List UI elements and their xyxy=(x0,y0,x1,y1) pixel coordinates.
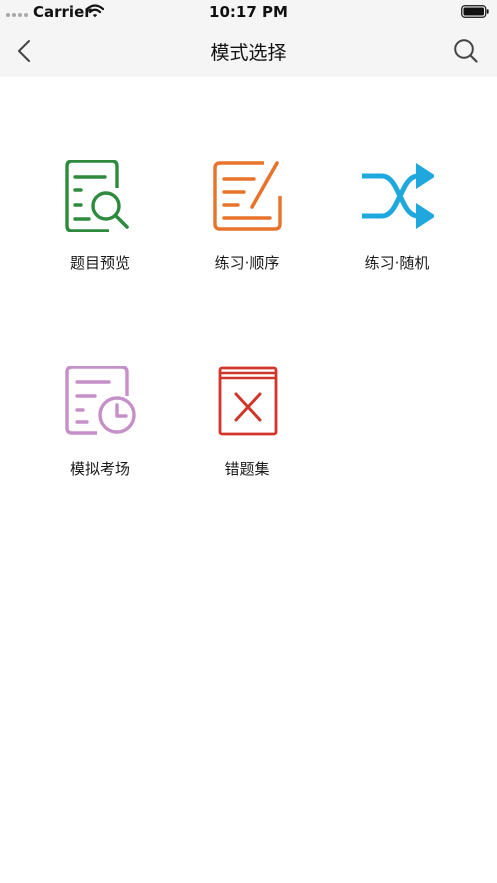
mode-wrong-questions[interactable]: 错题集 xyxy=(172,366,322,506)
mode-practice-sequential[interactable]: 练习·顺序 xyxy=(172,160,322,300)
mode-question-preview[interactable]: 题目预览 xyxy=(25,160,175,300)
mode-label: 练习·随机 xyxy=(364,254,430,272)
mode-label: 题目预览 xyxy=(69,254,130,272)
status-time: 10:17 PM xyxy=(209,3,288,21)
mode-label: 练习·顺序 xyxy=(214,254,280,272)
search-icon xyxy=(454,39,478,63)
page-title: 模式选择 xyxy=(210,42,287,64)
mode-practice-random[interactable]: 练习·随机 xyxy=(322,160,472,300)
mode-mock-exam[interactable]: 模拟考场 xyxy=(25,366,175,506)
screen: Carrier 10:17 PM 模式选择 题目预览 练习·顺序 练习·随机 模… xyxy=(0,0,497,883)
shuffle-icon xyxy=(362,163,434,229)
search-button[interactable] xyxy=(451,36,481,66)
status-bar: Carrier 10:17 PM xyxy=(0,0,497,24)
wrong-book-icon xyxy=(218,366,278,436)
mode-label: 模拟考场 xyxy=(69,460,130,478)
mode-label: 错题集 xyxy=(224,460,270,478)
document-edit-icon xyxy=(213,161,282,231)
top-bar: Carrier 10:17 PM 模式选择 xyxy=(0,0,497,77)
document-clock-icon xyxy=(65,366,136,435)
navigation-bar: 模式选择 xyxy=(0,24,497,77)
document-search-icon xyxy=(65,160,129,232)
battery-icon xyxy=(461,5,489,18)
